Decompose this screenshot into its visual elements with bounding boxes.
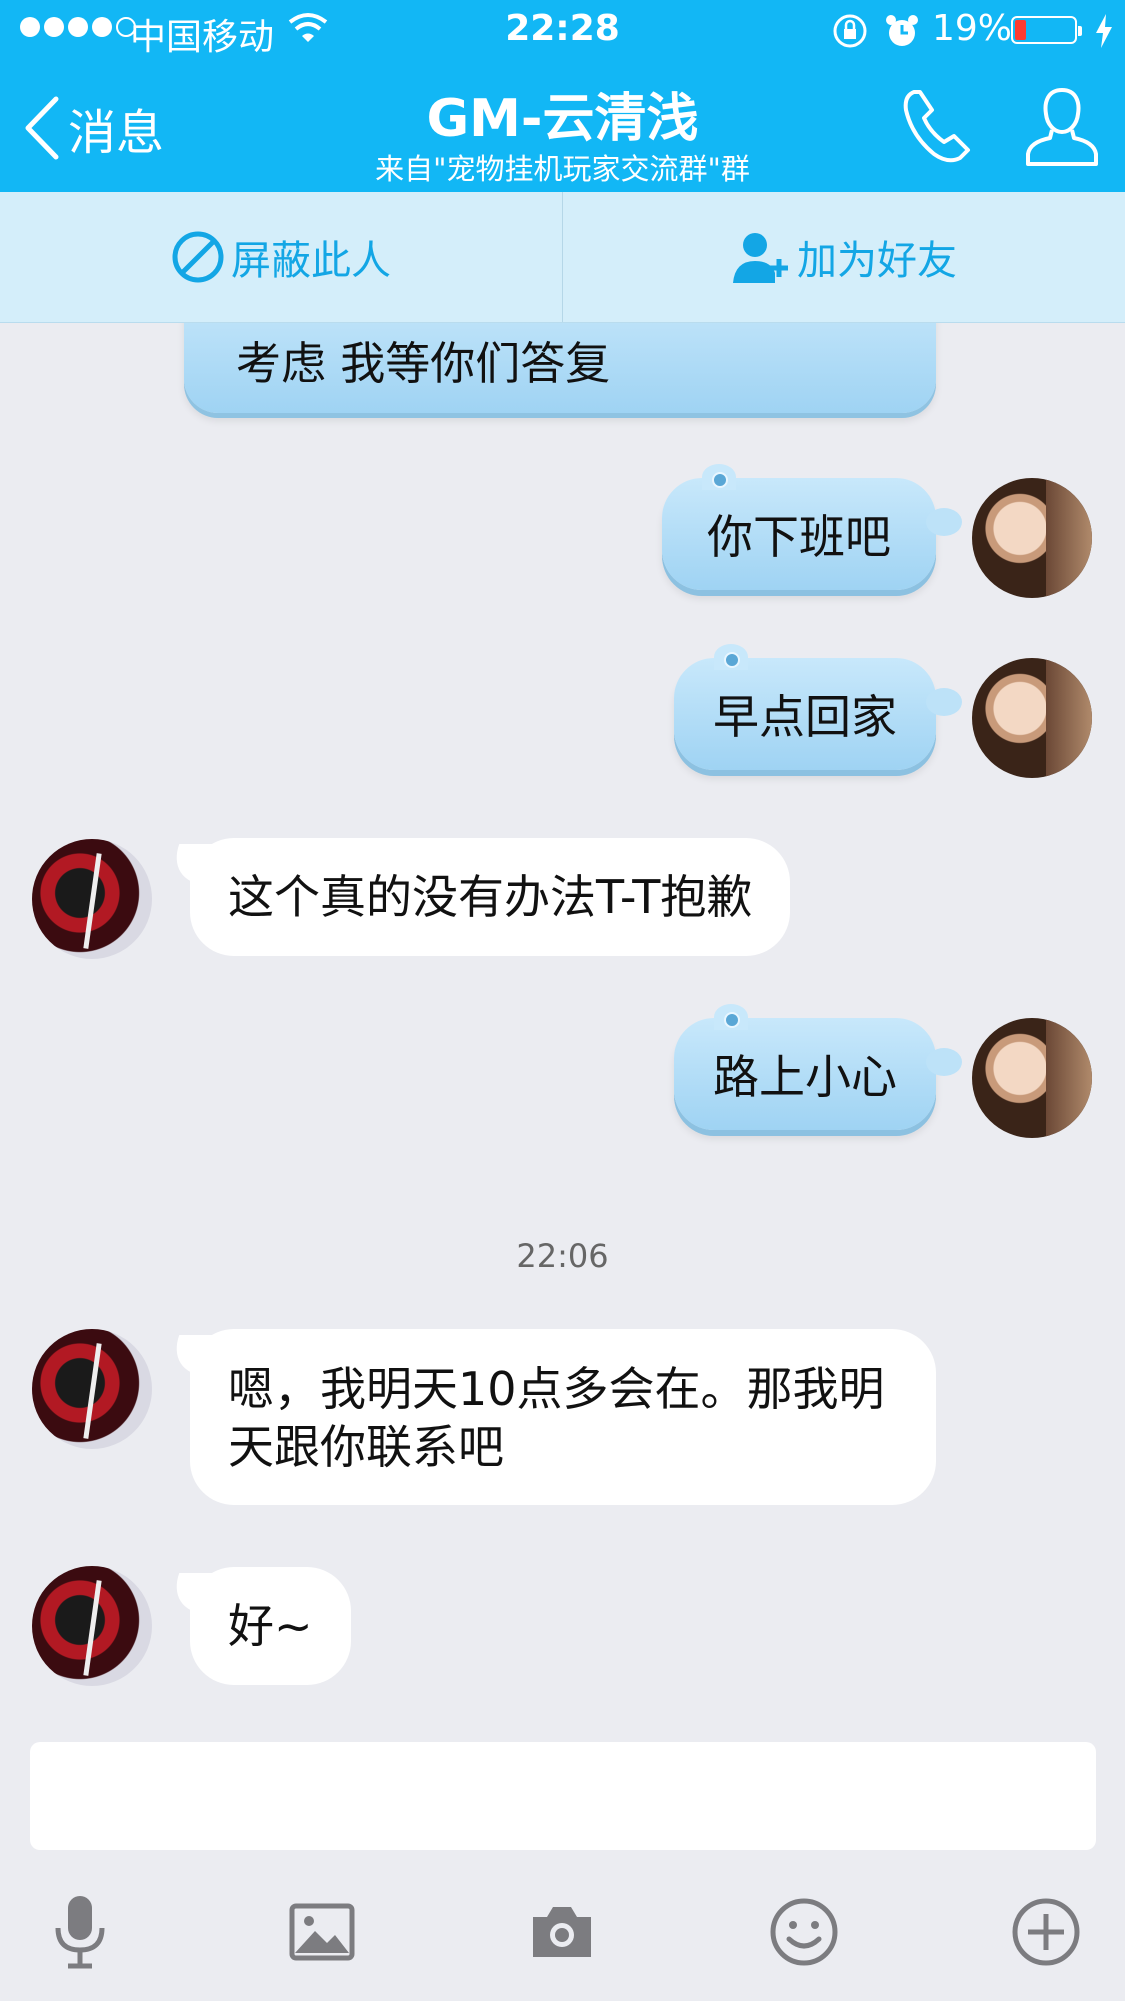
my-avatar[interactable]: [972, 658, 1092, 778]
voice-button[interactable]: [40, 1892, 120, 1972]
message-text: 嗯，我明天10点多会在。那我明天跟你联系吧: [228, 1362, 885, 1474]
sender-avatar[interactable]: [32, 1329, 152, 1449]
message-bubble-other: 嗯，我明天10点多会在。那我明天跟你联系吧: [190, 1329, 936, 1505]
stranger-action-bar: 屏蔽此人 加为好友: [0, 192, 1125, 323]
message-text: 你下班吧: [707, 510, 891, 564]
charging-icon: [1096, 14, 1112, 48]
phone-icon: [903, 90, 970, 163]
block-user-button[interactable]: 屏蔽此人: [0, 192, 562, 322]
battery-percentage: 19%: [932, 8, 1013, 49]
message-text: 这个真的没有办法T-T抱歉: [228, 870, 753, 924]
message-bubble-me: 路上小心: [674, 1004, 962, 1130]
message-bubble-other: 这个真的没有办法T-T抱歉: [190, 838, 791, 956]
add-friend-icon: [733, 233, 788, 283]
message-list[interactable]: 考虑 我等你们答复 你下班吧 早点回家 这个真的没有办法T-T抱歉 路上小心 2…: [0, 323, 1125, 1740]
user-profile-icon: [1026, 87, 1098, 166]
sender-avatar[interactable]: [32, 839, 152, 959]
battery-level-fill: [1015, 20, 1027, 40]
call-button[interactable]: [900, 86, 974, 166]
my-avatar[interactable]: [972, 1018, 1092, 1138]
add-friend-label: 加为好友: [797, 238, 957, 284]
message-text: 路上小心: [713, 1050, 897, 1104]
camera-button[interactable]: [522, 1892, 602, 1972]
image-icon: [289, 1903, 355, 1961]
block-user-label: 屏蔽此人: [231, 238, 391, 284]
block-icon: [172, 231, 224, 283]
orientation-lock-icon: [833, 14, 867, 48]
my-avatar[interactable]: [972, 478, 1092, 598]
camera-icon: [533, 1907, 591, 1957]
message-bubble-other: 考虑 我等你们答复: [184, 323, 936, 413]
chat-header: 中国移动 22:28 19% 消息 GM-云清浅 来自"宠物挂机玩家交流群"群: [0, 0, 1125, 192]
plus-icon: [1012, 1898, 1080, 1966]
message-bubble-me: 你下班吧: [662, 464, 962, 590]
emoji-icon: [770, 1898, 838, 1966]
message-input[interactable]: [30, 1742, 1096, 1850]
message-bubble-me: 早点回家: [674, 644, 962, 770]
sender-avatar[interactable]: [32, 1566, 152, 1686]
add-friend-button[interactable]: 加为好友: [562, 192, 1125, 322]
input-toolbar: [0, 1862, 1125, 2001]
alarm-icon: [886, 15, 918, 46]
photo-button[interactable]: [282, 1892, 362, 1972]
microphone-icon: [55, 1896, 105, 1969]
status-bar: 中国移动 22:28 19%: [0, 0, 1125, 62]
message-text: 好~: [228, 1599, 313, 1653]
message-bubble-other: 好~: [190, 1567, 351, 1685]
timestamp-divider: 22:06: [516, 1237, 609, 1275]
profile-button[interactable]: [1024, 84, 1100, 170]
emoji-button[interactable]: [764, 1892, 844, 1972]
message-text: 早点回家: [713, 690, 897, 744]
more-button[interactable]: [1006, 1892, 1086, 1972]
battery-icon: [1011, 16, 1082, 44]
